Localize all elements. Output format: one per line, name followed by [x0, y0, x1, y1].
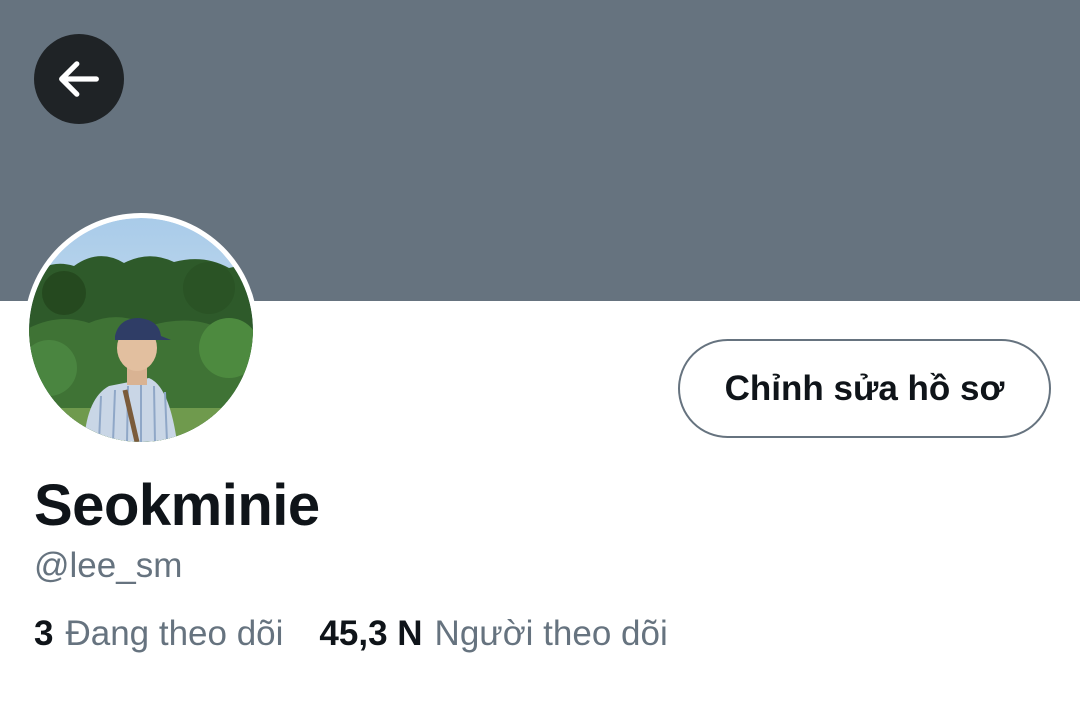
username-handle: @lee_sm: [34, 546, 183, 585]
followers-label: Người theo dõi: [434, 614, 668, 653]
follow-stats: 3 Đang theo dõi 45,3 N Người theo dõi: [34, 614, 668, 654]
arrow-left-icon: [59, 61, 99, 97]
avatar-photo: [29, 218, 253, 442]
back-button[interactable]: [34, 34, 124, 124]
followers-count: 45,3 N: [319, 614, 423, 653]
edit-profile-label: Chỉnh sửa hồ sơ: [724, 368, 1005, 408]
following-stat[interactable]: 3 Đang theo dõi: [34, 614, 283, 654]
followers-stat[interactable]: 45,3 N Người theo dõi: [319, 614, 667, 654]
display-name: Seokminie: [34, 473, 320, 538]
edit-profile-button[interactable]: Chỉnh sửa hồ sơ: [678, 339, 1051, 438]
following-label: Đang theo dõi: [65, 614, 284, 653]
avatar[interactable]: [24, 213, 258, 447]
profile-screen: Chỉnh sửa hồ sơ Seokminie @lee_sm 3 Đang…: [0, 0, 1080, 710]
following-count: 3: [34, 614, 54, 653]
